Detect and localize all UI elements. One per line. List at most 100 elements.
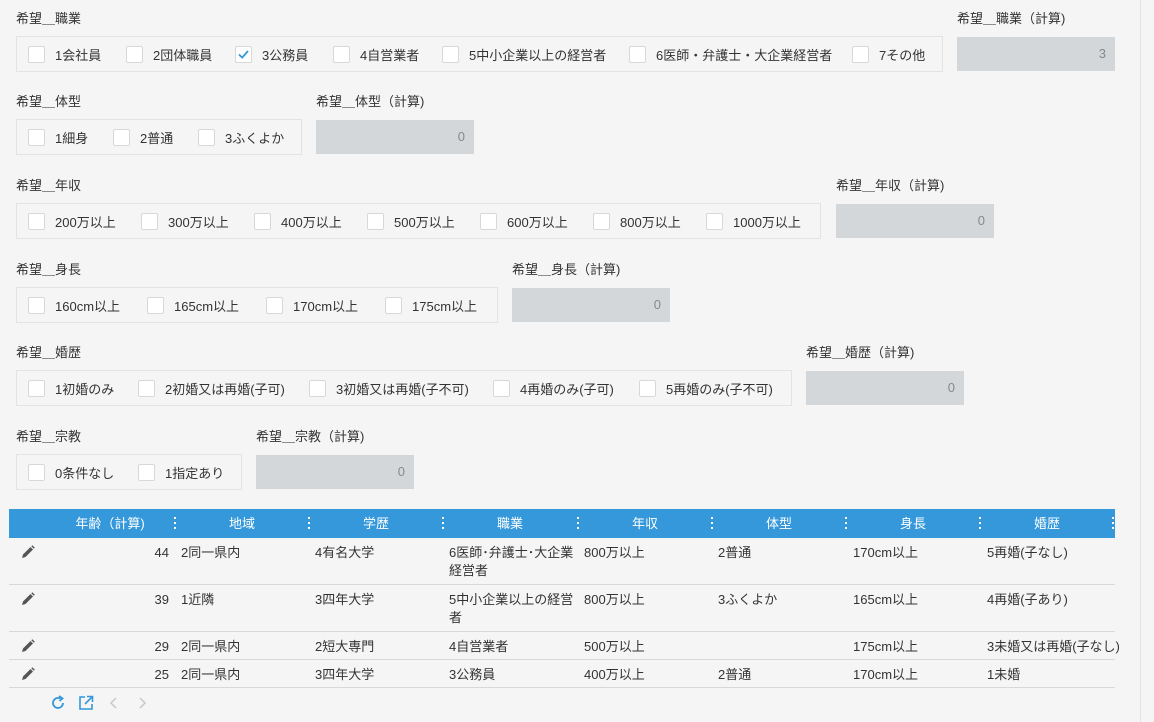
checkbox-religion-0[interactable]: 0条件なし [28, 455, 138, 489]
column-resize-handle[interactable] [710, 517, 713, 531]
checkbox-box[interactable] [254, 212, 271, 230]
column-resize-handle[interactable] [978, 517, 981, 531]
checkbox-box[interactable] [309, 379, 326, 397]
checkbox-occupation-7[interactable]: 7その他 [852, 37, 932, 71]
column-resize-handle[interactable] [441, 517, 444, 531]
body-type-calc-value: 0 [316, 120, 474, 154]
checkbox-occupation-2[interactable]: 2団体職員 [126, 37, 235, 71]
checkbox-occupation-6[interactable]: 6医師・弁護士・大企業経営者 [629, 37, 852, 71]
checkbox-height-165[interactable]: 165cm以上 [147, 288, 266, 322]
checkbox-body-3[interactable]: 3ふくよか [198, 120, 298, 154]
checkbox-box[interactable] [266, 296, 283, 314]
checkbox-income-500[interactable]: 500万以上 [367, 204, 480, 238]
checkbox-marital-3[interactable]: 3初婚又は再婚(子不可) [309, 371, 493, 405]
column-header-body[interactable]: 体型 [714, 509, 844, 538]
religion-checkbox-group: 0条件なし 1指定あり [16, 454, 242, 490]
cell-income: 800万以上 [584, 545, 645, 560]
column-resize-handle[interactable] [844, 517, 847, 531]
cell-body: 2普通 [718, 545, 752, 560]
checkbox-box[interactable] [629, 45, 646, 63]
occupation-field: 希望＿職業 [16, 10, 81, 28]
checkbox-box[interactable] [28, 296, 45, 314]
checkbox-height-160[interactable]: 160cm以上 [28, 288, 147, 322]
column-header-age[interactable]: 年齢（計算) [45, 509, 175, 538]
checkbox-box[interactable] [113, 128, 130, 146]
column-resize-handle[interactable] [173, 517, 176, 531]
checkbox-income-400[interactable]: 400万以上 [254, 204, 367, 238]
checkbox-box[interactable] [138, 379, 155, 397]
cell-education: 4有名大学 [315, 545, 375, 560]
checkbox-income-600[interactable]: 600万以上 [480, 204, 593, 238]
checkbox-box[interactable] [126, 45, 143, 63]
checkbox-box[interactable] [147, 296, 164, 314]
cell-height: 165cm以上 [853, 592, 919, 607]
column-header-education[interactable]: 学歴 [311, 509, 441, 538]
cell-education: 3四年大学 [315, 592, 375, 607]
checkbox-box[interactable] [198, 128, 215, 146]
income-calc-field: 希望＿年収（計算) [836, 177, 944, 195]
checkbox-religion-1[interactable]: 1指定あり [138, 455, 238, 489]
pencil-icon[interactable] [20, 591, 36, 607]
checkbox-box[interactable] [28, 128, 45, 146]
column-resize-handle[interactable] [1111, 517, 1114, 531]
checkbox-height-170[interactable]: 170cm以上 [266, 288, 385, 322]
checkbox-occupation-5[interactable]: 5中小企業以上の経営者 [442, 37, 629, 71]
income-field: 希望＿年収 [16, 177, 81, 195]
checkbox-body-1[interactable]: 1細身 [28, 120, 113, 154]
cell-age: 44 [154, 545, 169, 560]
checkbox-box[interactable] [141, 212, 158, 230]
prev-page-button[interactable] [103, 692, 125, 714]
checkbox-box[interactable] [639, 379, 656, 397]
column-resize-handle[interactable] [576, 517, 579, 531]
checkbox-box[interactable] [28, 463, 45, 481]
cell-education: 3四年大学 [315, 667, 375, 682]
checkbox-occupation-4[interactable]: 4自営業者 [333, 37, 442, 71]
column-header-occupation[interactable]: 職業 [445, 509, 575, 538]
column-header-height[interactable]: 身長 [848, 509, 978, 538]
cell-marital: 1未婚 [987, 667, 1021, 682]
pencil-icon[interactable] [20, 666, 36, 682]
checkbox-box[interactable] [593, 212, 610, 230]
checkbox-box[interactable] [442, 45, 459, 63]
checkbox-income-300[interactable]: 300万以上 [141, 204, 254, 238]
column-header-marital[interactable]: 婚歴 [982, 509, 1112, 538]
cell-height: 170cm以上 [853, 545, 919, 560]
checkbox-box[interactable] [706, 212, 723, 230]
checkbox-income-1000[interactable]: 1000万以上 [706, 204, 816, 238]
checkbox-body-2[interactable]: 2普通 [113, 120, 198, 154]
checkbox-marital-4[interactable]: 4再婚のみ(子可) [493, 371, 639, 405]
cell-region: 1近隣 [181, 592, 215, 607]
checkbox-box[interactable] [480, 212, 497, 230]
checkbox-marital-1[interactable]: 1初婚のみ [28, 371, 138, 405]
checkbox-box[interactable] [333, 45, 350, 63]
checkbox-occupation-1[interactable]: 1会社員 [28, 37, 126, 71]
cell-occupation: 3公務員 [449, 667, 496, 682]
open-external-icon [79, 695, 94, 710]
checkbox-box[interactable] [493, 379, 510, 397]
checkbox-income-800[interactable]: 800万以上 [593, 204, 706, 238]
next-page-button[interactable] [131, 692, 153, 714]
table-toolbar [47, 692, 159, 714]
open-external-button[interactable] [75, 692, 97, 714]
checkbox-box[interactable] [28, 45, 45, 63]
page-scrollbar[interactable] [1140, 0, 1154, 722]
checkbox-box[interactable] [28, 212, 45, 230]
checkbox-height-175[interactable]: 175cm以上 [385, 288, 485, 322]
checkbox-occupation-3[interactable]: 3公務員 [235, 37, 333, 71]
pencil-icon[interactable] [20, 544, 36, 560]
checkbox-box[interactable] [852, 45, 869, 63]
column-resize-handle[interactable] [307, 517, 310, 531]
checkbox-box[interactable] [385, 296, 402, 314]
checkbox-marital-2[interactable]: 2初婚又は再婚(子可) [138, 371, 309, 405]
checkbox-box-checked[interactable] [235, 45, 252, 63]
refresh-button[interactable] [47, 692, 69, 714]
column-header-income[interactable]: 年収 [580, 509, 710, 538]
checkbox-box[interactable] [367, 212, 384, 230]
checkbox-box[interactable] [28, 379, 45, 397]
pencil-icon[interactable] [20, 638, 36, 654]
checkbox-income-200[interactable]: 200万以上 [28, 204, 141, 238]
checkbox-marital-5[interactable]: 5再婚のみ(子不可) [639, 371, 784, 405]
cell-age: 29 [154, 639, 169, 654]
column-header-region[interactable]: 地域 [177, 509, 307, 538]
checkbox-box[interactable] [138, 463, 155, 481]
